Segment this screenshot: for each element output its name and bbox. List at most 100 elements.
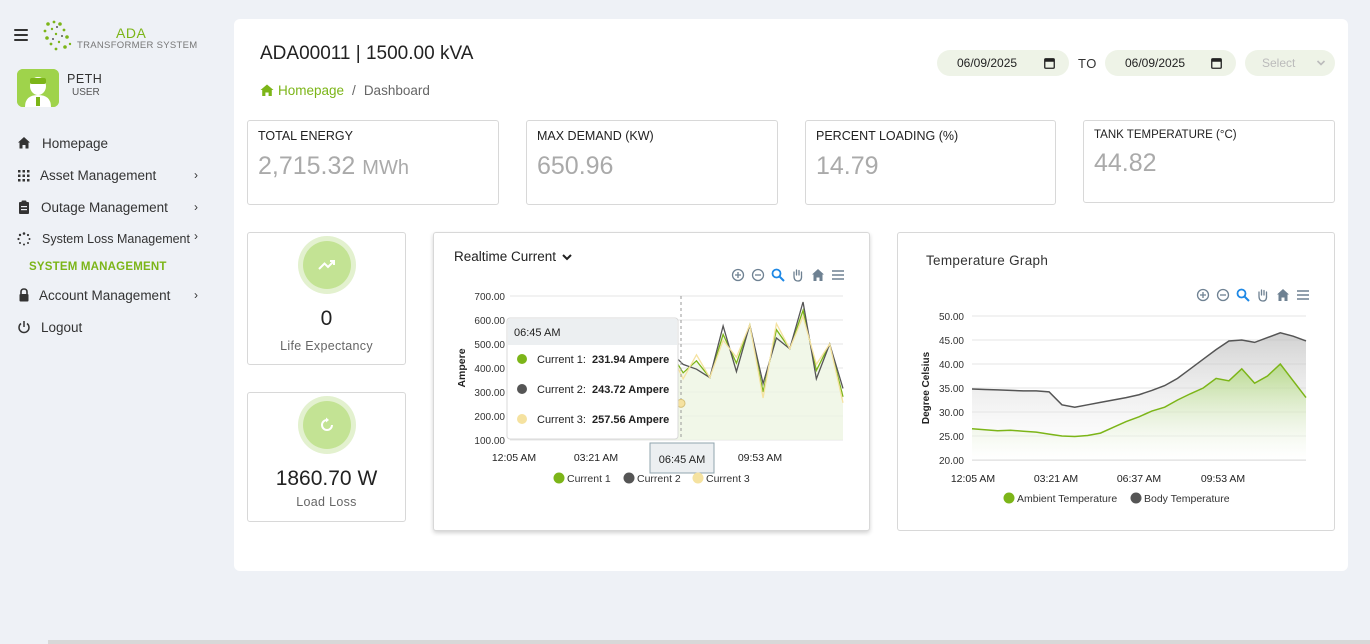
temperature-chart-svg[interactable]: 20.00 25.00 30.00 35.00 40.00 45.00 50.00 Degre… (898, 233, 1336, 532)
legend-label: Current 2 (637, 473, 681, 485)
main-content: ADA00011 | 1500.00 kVA Homepage / Dashbo… (234, 19, 1348, 571)
logo-dots-icon (43, 20, 72, 51)
y-tick-label: 200.00 (474, 412, 505, 423)
refresh-icon (321, 417, 333, 431)
life-expectancy-value: 0 (320, 307, 333, 330)
breadcrumb-separator: / (352, 83, 356, 98)
y-tick-label: 35.00 (939, 384, 964, 395)
x-tick-label: 03:21 AM (574, 452, 618, 464)
kpi-value: 650.96 (537, 152, 614, 180)
kpi-value: 14.79 (816, 152, 879, 180)
y-tick-label: 45.00 (939, 336, 964, 347)
spinner-icon (17, 232, 31, 246)
legend-marker (692, 472, 704, 484)
x-tick-label: 12:05 AM (951, 473, 995, 485)
date-from-input[interactable]: 06/09/2025 (937, 50, 1069, 76)
chevron-down-icon (1316, 60, 1326, 66)
y-tick-label: 30.00 (939, 408, 964, 419)
user-name: PETH (67, 72, 103, 86)
date-to-input[interactable]: 06/09/2025 (1105, 50, 1236, 76)
kpi-value: 2,715.32 MWh (258, 152, 409, 181)
logo-title: ADA (116, 25, 147, 41)
sidebar-item-asset-management[interactable]: Asset Management › (0, 159, 220, 191)
legend-marker (623, 472, 635, 484)
legend-label: Current 1 (567, 473, 611, 485)
crosshair-label: 06:45 AM (659, 454, 705, 466)
chevron-right-icon: › (194, 229, 198, 243)
kpi-label: TOTAL ENERGY (258, 129, 353, 143)
sidebar-item-outage-management[interactable]: Outage Management › (0, 191, 220, 223)
tooltip-series-value: 231.94 Ampere (592, 354, 669, 366)
user-role: USER (72, 87, 100, 98)
trending-up-icon (318, 260, 335, 270)
refresh-badge-inner (303, 401, 351, 449)
load-loss-badge (298, 396, 356, 454)
life-expectancy-card: 0 Life Expectancy (247, 232, 406, 365)
y-tick-label: 400.00 (474, 364, 505, 375)
x-tick-label: 09:53 AM (738, 452, 782, 464)
chevron-right-icon: › (194, 168, 198, 182)
temperature-card: Temperature Graph 20.00 25.00 30.00 35.00 40… (897, 232, 1335, 531)
avatar[interactable] (17, 69, 59, 107)
y-tick-label: 25.00 (939, 432, 964, 443)
sidebar-section-system-management[interactable]: SYSTEM MANAGEMENT (0, 255, 220, 279)
page-title: ADA00011 | 1500.00 kVA (260, 43, 474, 64)
sidebar-item-logout[interactable]: Logout (0, 311, 220, 343)
sidebar-item-homepage[interactable]: Homepage (0, 127, 220, 159)
logo-subtitle: TRANSFORMER SYSTEM (77, 40, 198, 51)
sidebar-item-label: Asset Management (40, 167, 157, 183)
calendar-icon[interactable] (1044, 57, 1055, 69)
legend-marker (553, 472, 565, 484)
y-axis-label: Degree Celsius (921, 351, 932, 424)
y-tick-label: 100.00 (474, 436, 505, 447)
load-loss-value: 1860.70 W (275, 467, 378, 490)
tooltip-series-value: 243.72 Ampere (592, 384, 669, 396)
hamburger-menu-icon[interactable] (14, 29, 28, 41)
breadcrumb: Homepage / Dashboard (260, 83, 430, 98)
load-loss-label: Load Loss (296, 495, 357, 509)
load-loss-card: 1860.70 W Load Loss (247, 392, 406, 522)
y-tick-label: 600.00 (474, 316, 505, 327)
legend-label: Current 3 (706, 473, 750, 485)
legend-label: Body Temperature (1144, 493, 1230, 505)
chevron-right-icon: › (194, 200, 198, 214)
tooltip-marker (517, 354, 527, 364)
sidebar-item-system-loss-management[interactable]: System Loss Management › (0, 223, 220, 255)
life-expectancy-label: Life Expectancy (280, 339, 373, 353)
tooltip-series-name: Current 1: (537, 354, 586, 366)
kpi-tank-temperature: TANK TEMPERATURE (°C) 44.82 (1083, 120, 1335, 203)
tooltip-time: 06:45 AM (514, 327, 560, 339)
tooltip-series-value: 257.56 Ampere (592, 414, 669, 426)
calendar-icon[interactable] (1211, 57, 1222, 69)
kpi-number: 2,715.32 (258, 152, 356, 180)
sidebar-item-account-management[interactable]: Account Management › (0, 279, 220, 311)
realtime-current-card: Realtime Current 100.00 200.00 300.00 400.0… (433, 232, 870, 531)
kpi-max-demand: MAX DEMAND (KW) 650.96 (526, 120, 778, 205)
x-tick-label: 03:21 AM (1034, 473, 1078, 485)
y-tick-label: 40.00 (939, 360, 964, 371)
date-from-value: 06/09/2025 (957, 56, 1018, 70)
current-chart-svg[interactable]: 100.00 200.00 300.00 400.00 500.00 600.00 700.… (434, 233, 871, 532)
breadcrumb-current: Dashboard (363, 83, 430, 98)
x-tick-label: 09:53 AM (1201, 473, 1245, 485)
breadcrumb-home-link[interactable]: Homepage (260, 83, 344, 98)
date-range-to-label: TO (1078, 56, 1097, 71)
select-placeholder: Select (1262, 56, 1296, 70)
tooltip-series-name: Current 2: (537, 384, 586, 396)
tooltip-series-name: Current 3: (537, 414, 586, 426)
legend-label: Ambient Temperature (1017, 493, 1117, 505)
y-tick-label: 700.00 (474, 292, 505, 303)
kpi-label: PERCENT LOADING (%) (816, 129, 959, 143)
kpi-label: TANK TEMPERATURE (°C) (1094, 129, 1237, 141)
sidebar-section-label: SYSTEM MANAGEMENT (29, 261, 167, 273)
y-tick-label: 300.00 (474, 388, 505, 399)
sidebar-item-label: Outage Management (41, 199, 168, 215)
grid-icon (18, 170, 30, 182)
sidebar-item-label: Account Management (39, 287, 171, 303)
home-icon (260, 84, 274, 96)
window-bottom-edge (48, 640, 1370, 644)
date-to-value: 06/09/2025 (1125, 56, 1186, 70)
home-icon (18, 137, 30, 149)
power-icon (18, 321, 30, 334)
transformer-select[interactable]: Select (1245, 50, 1335, 76)
